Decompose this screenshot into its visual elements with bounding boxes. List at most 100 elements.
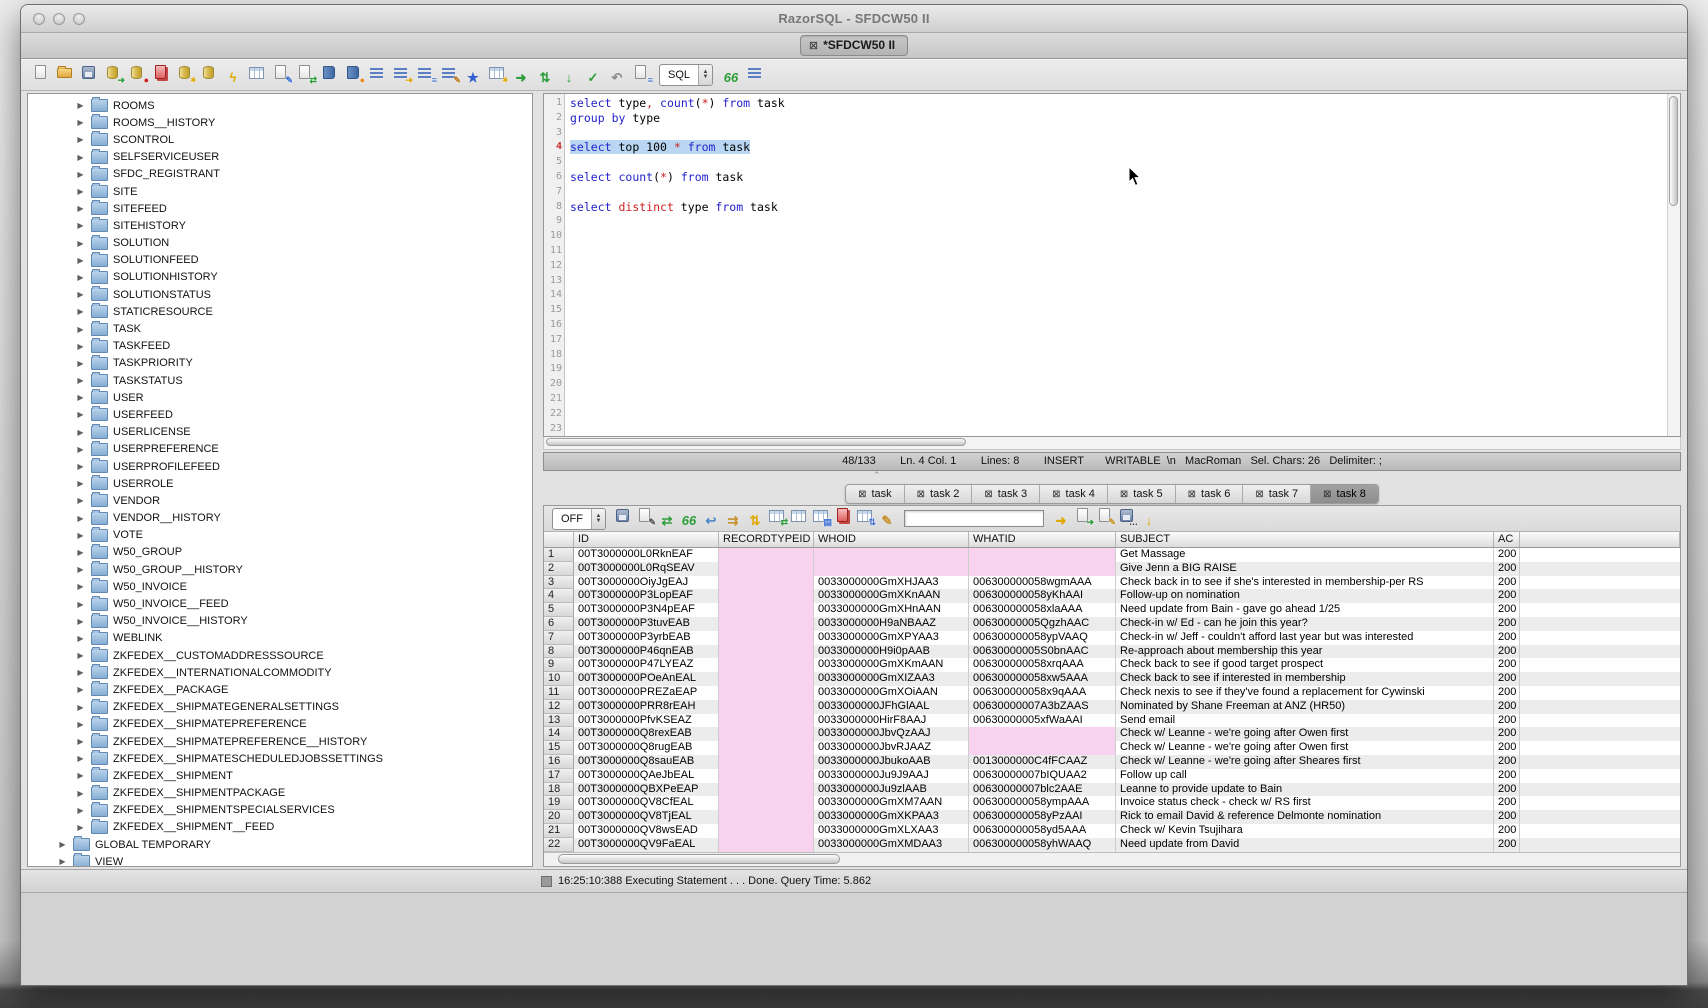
results-tab-task-2[interactable]: ⊠task 2 bbox=[905, 485, 973, 503]
tree-item-w50-group[interactable]: ▶W50_GROUP bbox=[28, 544, 532, 561]
export-results-icon[interactable]: ➜ bbox=[1073, 506, 1093, 526]
disclosure-triangle-icon[interactable]: ▶ bbox=[76, 221, 85, 230]
table-cell[interactable]: 00630000005xfWaAAI bbox=[969, 714, 1116, 728]
disclosure-triangle-icon[interactable]: ▶ bbox=[76, 617, 85, 626]
table-cell[interactable]: 0033000000GmXPYAA3 bbox=[814, 631, 969, 645]
table-cell[interactable]: Check w/ Leanne - we're going after Shea… bbox=[1116, 755, 1494, 769]
column-header-id[interactable]: ID bbox=[574, 532, 719, 547]
editor-vertical-scrollbar[interactable] bbox=[1667, 94, 1680, 436]
tree-view-icon[interactable]: ⇉ bbox=[723, 511, 743, 531]
disclosure-triangle-icon[interactable]: ▶ bbox=[76, 789, 85, 798]
table-cell[interactable]: 006300000058ympAAA bbox=[969, 796, 1116, 810]
table-cell[interactable] bbox=[719, 796, 814, 810]
table-cell[interactable] bbox=[719, 769, 814, 783]
tree-item-sfdc-registrant[interactable]: ▶SFDC_REGISTRANT bbox=[28, 166, 532, 183]
disclosure-triangle-icon[interactable]: ▶ bbox=[76, 153, 85, 162]
describe-table-icon[interactable] bbox=[246, 62, 268, 84]
disclosure-triangle-icon[interactable]: ▶ bbox=[76, 754, 85, 763]
code-line-15[interactable] bbox=[570, 303, 1667, 318]
table-cell[interactable]: 0033000000GmXMDAA3 bbox=[814, 838, 969, 852]
disclosure-triangle-icon[interactable]: ▶ bbox=[76, 239, 85, 248]
table-cell[interactable]: Re-approach about membership this year bbox=[1116, 645, 1494, 659]
table-row[interactable]: 600T3000000P3tuvEAB0033000000H9aNBAAZ006… bbox=[544, 617, 1680, 631]
table-cell[interactable]: 00630000007blc2AAE bbox=[969, 783, 1116, 797]
code-line-2[interactable]: group by type bbox=[570, 111, 1667, 126]
disclosure-triangle-icon[interactable]: ▶ bbox=[76, 462, 85, 471]
row-number-cell[interactable]: 1 bbox=[544, 548, 574, 562]
disclosure-triangle-icon[interactable]: ▶ bbox=[76, 325, 85, 334]
disconnect-db-icon[interactable]: ● bbox=[126, 62, 148, 84]
table-row[interactable]: 800T3000000P46qnEAB0033000000H9i0pAAB006… bbox=[544, 645, 1680, 659]
disclosure-triangle-icon[interactable]: ▶ bbox=[76, 445, 85, 454]
row-number-cell[interactable]: 16 bbox=[544, 755, 574, 769]
tab-close-icon[interactable]: ⊠ bbox=[858, 489, 866, 500]
table-cell[interactable] bbox=[719, 838, 814, 852]
tree-item-sitehistory[interactable]: ▶SITEHISTORY bbox=[28, 217, 532, 234]
table-cell[interactable] bbox=[719, 686, 814, 700]
sql-code-area[interactable]: select type, count(*) from taskgroup by … bbox=[565, 94, 1667, 436]
table-row[interactable]: 1800T3000000QBXPeEAP0033000000Ju9zlAAB00… bbox=[544, 783, 1680, 797]
refresh-table-icon[interactable]: ⇄ bbox=[767, 506, 787, 526]
disclosure-triangle-icon[interactable]: ▶ bbox=[76, 428, 85, 437]
table-cell[interactable]: 006300000058xlaAAA bbox=[969, 603, 1116, 617]
tree-item-zkfedex-internationalcommodity[interactable]: ▶ZKFEDEX__INTERNATIONALCOMMODITY bbox=[28, 664, 532, 681]
table-cell[interactable]: Leanne to provide update to Bain bbox=[1116, 783, 1494, 797]
tree-item-vendor-history[interactable]: ▶VENDOR__HISTORY bbox=[28, 510, 532, 527]
query-log-icon[interactable]: ≡ bbox=[630, 62, 652, 84]
results-tab-task-5[interactable]: ⊠task 5 bbox=[1108, 485, 1176, 503]
table-cell[interactable] bbox=[719, 617, 814, 631]
row-number-cell[interactable]: 8 bbox=[544, 645, 574, 659]
table-cell[interactable] bbox=[719, 700, 814, 714]
sort-rows-icon[interactable]: ⇅ bbox=[745, 511, 765, 531]
tab-close-icon[interactable]: ⊠ bbox=[1188, 489, 1196, 500]
back-arrow-icon[interactable]: ↩ bbox=[701, 511, 721, 531]
table-cell[interactable] bbox=[814, 562, 969, 576]
disclosure-triangle-icon[interactable]: ▶ bbox=[76, 651, 85, 660]
table-cell[interactable]: 00T3000000P47LYEAZ bbox=[574, 658, 719, 672]
table-cell[interactable]: 00630000005S0bnAAC bbox=[969, 645, 1116, 659]
column-header-subject[interactable]: SUBJECT bbox=[1116, 532, 1494, 547]
tree-item-weblink[interactable]: ▶WEBLINK bbox=[28, 630, 532, 647]
code-line-3[interactable] bbox=[570, 126, 1667, 141]
table-cell[interactable]: 00T3000000P3tuvEAB bbox=[574, 617, 719, 631]
execute-sql-icon[interactable]: ϟ bbox=[222, 67, 244, 89]
table-cell[interactable]: 0033000000GmXM7AAN bbox=[814, 796, 969, 810]
table-cell[interactable]: 00T3000000QV8TjEAL bbox=[574, 810, 719, 824]
table-cell[interactable]: 00T3000000POeAnEAL bbox=[574, 672, 719, 686]
code-line-5[interactable] bbox=[570, 155, 1667, 170]
disclosure-triangle-icon[interactable]: ▶ bbox=[76, 806, 85, 815]
tree-item-staticresource[interactable]: ▶STATICRESOURCE bbox=[28, 303, 532, 320]
table-cell[interactable]: Rick to email David & reference Delmonte… bbox=[1116, 810, 1494, 824]
table-row[interactable]: 1700T3000000QAeJbEAL0033000000Ju9J9AAJ00… bbox=[544, 769, 1680, 783]
table-cell[interactable]: 00T3000000QBXPeEAP bbox=[574, 783, 719, 797]
table-cell[interactable]: 00T3000000QV8CfEAL bbox=[574, 796, 719, 810]
tab-close-icon[interactable]: ⊠ bbox=[1052, 489, 1060, 500]
results-horizontal-scrollbar[interactable] bbox=[544, 852, 1680, 867]
disclosure-triangle-icon[interactable]: ▶ bbox=[76, 290, 85, 299]
tree-item-selfserviceuser[interactable]: ▶SELFSERVICEUSER bbox=[28, 149, 532, 166]
table-row[interactable]: 100T3000000L0RknEAFGet Massage200 bbox=[544, 548, 1680, 562]
table-cell[interactable]: 200 bbox=[1494, 562, 1520, 576]
code-line-22[interactable] bbox=[570, 407, 1667, 422]
tree-item-zkfedex-shipment-feed[interactable]: ▶ZKFEDEX__SHIPMENT__FEED bbox=[28, 819, 532, 836]
table-cell[interactable]: 0033000000HirF8AAJ bbox=[814, 714, 969, 728]
results-tab-task[interactable]: ⊠task bbox=[846, 485, 905, 503]
table-cell[interactable]: Get Massage bbox=[1116, 548, 1494, 562]
table-row[interactable]: 300T3000000OiyJgEAJ0033000000GmXHJAA3006… bbox=[544, 576, 1680, 590]
table-cell[interactable] bbox=[969, 548, 1116, 562]
table-row[interactable]: 1600T3000000Q8sauEAB0033000000JbukoAAB00… bbox=[544, 755, 1680, 769]
table-cell[interactable]: Follow up call bbox=[1116, 769, 1494, 783]
tree-item-zkfedex-shipmatescheduledjobssettings[interactable]: ▶ZKFEDEX__SHIPMATESCHEDULEDJOBSSETTINGS bbox=[28, 750, 532, 767]
disclosure-triangle-icon[interactable]: ▶ bbox=[76, 565, 85, 574]
copy-results-icon[interactable] bbox=[833, 506, 853, 526]
row-number-cell[interactable]: 14 bbox=[544, 727, 574, 741]
disclosure-triangle-icon[interactable]: ▶ bbox=[76, 118, 85, 127]
table-cell[interactable]: 00T3000000Q8sauEAB bbox=[574, 755, 719, 769]
table-cell[interactable] bbox=[969, 562, 1116, 576]
disclosure-triangle-icon[interactable]: ▶ bbox=[76, 410, 85, 419]
code-line-12[interactable] bbox=[570, 259, 1667, 274]
tree-item-userlicense[interactable]: ▶USERLICENSE bbox=[28, 424, 532, 441]
table-cell[interactable]: Check w/ Leanne - we're going after Owen… bbox=[1116, 727, 1494, 741]
results-tab-task-4[interactable]: ⊠task 4 bbox=[1040, 485, 1108, 503]
code-line-9[interactable] bbox=[570, 214, 1667, 229]
